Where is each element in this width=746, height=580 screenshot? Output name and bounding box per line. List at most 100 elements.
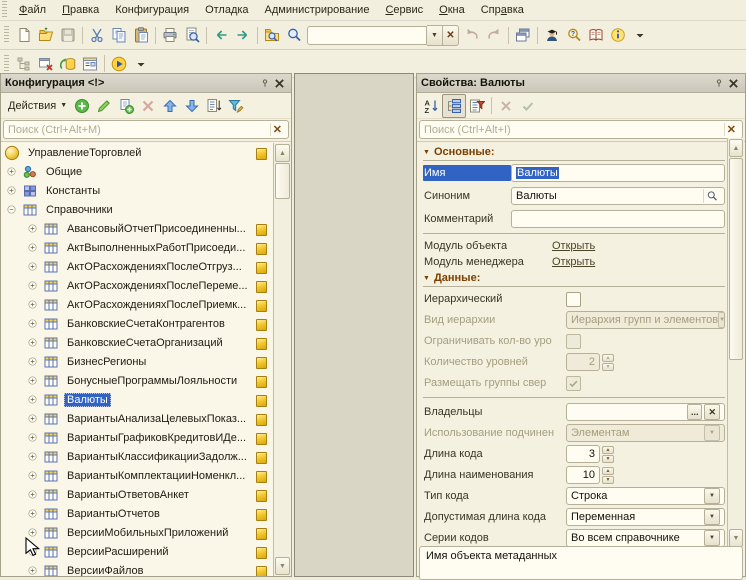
tree-item[interactable]: ВариантыКомплектацииНоменкл... (1, 466, 273, 485)
close-panel-button[interactable] (726, 76, 741, 91)
tree-item[interactable]: АвансовыйОтчетПрисоединенны... (1, 219, 273, 238)
property-value-field[interactable]: 3 (566, 445, 600, 463)
tree-item[interactable]: АктОРасхожденияхПослеОтгруз... (1, 257, 273, 276)
find-button[interactable] (283, 24, 305, 46)
expander-plus-icon[interactable] (27, 299, 38, 310)
property-value-field[interactable]: Элементам ▼ (566, 424, 725, 442)
scroll-thumb[interactable] (275, 163, 290, 199)
find-in-folder-button[interactable] (261, 24, 283, 46)
update-db-config-button[interactable] (57, 53, 79, 75)
tree-item[interactable]: Константы (1, 181, 273, 200)
combobox-clear-icon[interactable]: ✕ (443, 24, 459, 46)
tree-item[interactable]: БанковскиеСчетаОрганизаций (1, 333, 273, 352)
copy-add-button[interactable] (115, 95, 137, 117)
tree-item[interactable]: АктОРасхожденияхПослеПереме... (1, 276, 273, 295)
tree-item[interactable]: ВариантыАнализаЦелевыхПоказ... (1, 409, 273, 428)
menu-item-edit[interactable]: Правка (54, 0, 107, 20)
tree-item[interactable]: Валюты (1, 390, 273, 409)
menu-item-windows[interactable]: Окна (431, 0, 473, 20)
close-panel-button[interactable] (272, 76, 287, 91)
move-down-button[interactable] (181, 95, 203, 117)
choose-button[interactable]: ... (686, 404, 703, 420)
expander-plus-icon[interactable] (27, 318, 38, 329)
forward-arrow-button[interactable] (232, 24, 254, 46)
combobox-dropdown-icon[interactable]: ▼ (427, 24, 443, 46)
menu-arrow-button[interactable] (130, 53, 152, 75)
scroll-up-icon[interactable]: ▲ (275, 144, 290, 162)
syntax-help-search-button[interactable]: ? (563, 24, 585, 46)
combobox-dropdown-icon[interactable]: ▼ (718, 312, 724, 328)
expander-plus-icon[interactable] (27, 337, 38, 348)
checkbox[interactable] (566, 333, 581, 349)
property-value-field[interactable]: Во всем справочнике ▼ (566, 529, 725, 547)
clear-search-icon[interactable]: ✕ (723, 123, 738, 136)
expander-plus-icon[interactable] (27, 546, 38, 557)
paste-button[interactable] (130, 24, 152, 46)
tree-scrollbar[interactable]: ▲ ▼ (273, 143, 291, 576)
property-section-header[interactable]: ▼ Основные: (423, 144, 725, 161)
tree-item[interactable]: УправлениеТорговлей (1, 143, 273, 162)
spin-up-icon[interactable]: ▲ (602, 354, 614, 362)
expander-plus-icon[interactable] (27, 413, 38, 424)
categories-button[interactable] (442, 93, 466, 118)
configuration-search-input[interactable]: Поиск (Ctrl+Alt+M) ✕ (3, 120, 289, 139)
open-editor-icon[interactable] (703, 189, 720, 203)
spin-down-icon[interactable]: ▼ (602, 363, 614, 371)
expander-plus-icon[interactable] (27, 261, 38, 272)
tree-item[interactable]: АктОРасхожденияхПослеПриемк... (1, 295, 273, 314)
info-button[interactable] (607, 24, 629, 46)
expander-plus-icon[interactable] (27, 280, 38, 291)
combobox-dropdown-icon[interactable]: ▼ (704, 509, 720, 525)
property-value-field[interactable]: Валюты (511, 187, 725, 205)
open-button[interactable] (35, 24, 57, 46)
expander-plus-icon[interactable] (6, 185, 17, 196)
expander-minus-icon[interactable] (6, 204, 17, 215)
properties-search-input[interactable]: Поиск (Ctrl+Alt+I) ✕ (419, 120, 743, 139)
property-section-header[interactable]: ▼ Данные: (423, 270, 725, 287)
menu-item-help[interactable]: Справка (473, 0, 532, 20)
filter-settings-button[interactable] (225, 95, 247, 117)
expander-plus-icon[interactable] (27, 356, 38, 367)
menu-arrow-button[interactable] (629, 24, 651, 46)
checkbox[interactable] (566, 375, 581, 391)
property-value-field[interactable]: Валюты (511, 164, 725, 182)
actions-menu-button[interactable]: Действия ▼ (4, 96, 71, 116)
tree-item[interactable]: БанковскиеСчетаКонтрагентов (1, 314, 273, 333)
menu-item-administration[interactable]: Администрирование (257, 0, 378, 20)
checkbox[interactable] (566, 291, 581, 307)
tree-item[interactable]: АктВыполненныхРаботПрисоеди... (1, 238, 273, 257)
expander-plus-icon[interactable] (27, 527, 38, 538)
sort-list-button[interactable] (203, 95, 225, 117)
section-collapse-icon[interactable]: ▼ (423, 149, 430, 156)
toolbar-grip[interactable] (4, 54, 9, 73)
menu-item-service[interactable]: Сервис (377, 0, 431, 20)
tree-item[interactable]: Общие (1, 162, 273, 181)
expander-plus-icon[interactable] (27, 394, 38, 405)
spin-down-icon[interactable]: ▼ (602, 476, 614, 484)
property-value-field[interactable]: Иерархия групп и элементов ▼ (566, 311, 725, 329)
close-window-button[interactable] (35, 53, 57, 75)
start-debug-button[interactable] (108, 53, 130, 75)
expander-plus-icon[interactable] (27, 508, 38, 519)
pin-icon[interactable] (257, 76, 272, 91)
expander-plus-icon[interactable] (27, 375, 38, 386)
spin-up-icon[interactable]: ▲ (602, 446, 614, 454)
tree-item[interactable]: ВерсииФайлов (1, 561, 273, 576)
menu-item-debug[interactable]: Отладка (197, 0, 256, 20)
pin-icon[interactable] (711, 76, 726, 91)
property-value-field[interactable]: ... ✕ (566, 403, 725, 421)
window-copy-button[interactable] (512, 24, 534, 46)
sort-az-button[interactable]: AZ (420, 95, 442, 117)
scroll-up-icon[interactable]: ▲ (729, 139, 743, 157)
add-button[interactable] (71, 95, 93, 117)
tree-item[interactable]: ВариантыОтчетов (1, 504, 273, 523)
syntax-check-button[interactable] (541, 24, 563, 46)
expander-plus-icon[interactable] (27, 565, 38, 576)
properties-scrollbar[interactable]: ▲ ▼ (727, 138, 744, 548)
expander-plus-icon[interactable] (27, 223, 38, 234)
open-module-link[interactable]: Открыть (552, 256, 595, 268)
toolbar-grip[interactable] (4, 26, 9, 44)
combobox-dropdown-icon[interactable]: ▼ (704, 530, 720, 546)
expander-plus-icon[interactable] (27, 489, 38, 500)
expander-plus-icon[interactable] (27, 242, 38, 253)
